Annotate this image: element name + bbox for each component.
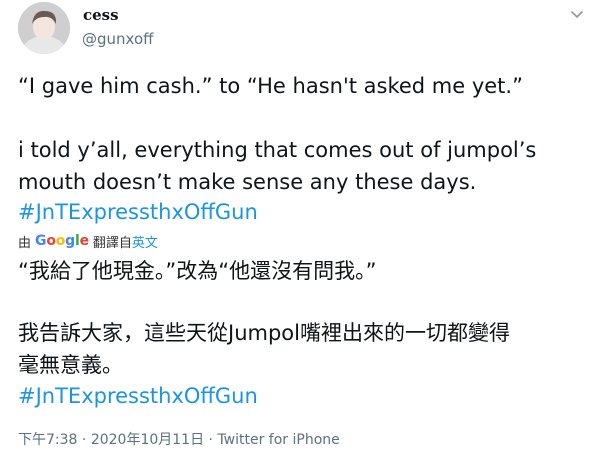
chevron-down-icon[interactable] bbox=[567, 8, 587, 22]
avatar-image bbox=[18, 2, 70, 54]
avatar[interactable] bbox=[18, 2, 70, 54]
google-logo: Google bbox=[35, 233, 89, 249]
translated-hashtag-link[interactable]: #JnTExpressthxOffGun bbox=[18, 381, 258, 412]
tweet-text-line: i told y’all, everything that comes out … bbox=[18, 138, 537, 162]
tweet-date[interactable]: 2020年10月11日 bbox=[91, 432, 204, 448]
translated-by-prefix: 由 bbox=[18, 235, 32, 251]
display-name[interactable]: cess bbox=[83, 6, 119, 24]
tweet-source[interactable]: Twitter for iPhone bbox=[217, 432, 339, 448]
translated-from-label: 翻譯自 bbox=[92, 235, 132, 251]
tweet: cess @gunxoff “I gave him cash.” to “He … bbox=[0, 0, 604, 465]
separator: · bbox=[208, 432, 213, 448]
tweet-text-line: mouth doesn’t make sense any these days. bbox=[18, 170, 477, 194]
tweet-meta: 下午7:38 · 2020年10月11日 · Twitter for iPhon… bbox=[18, 429, 340, 449]
source-language-link[interactable]: 英文 bbox=[132, 232, 158, 251]
hashtag-link[interactable]: #JnTExpressthxOffGun bbox=[18, 197, 258, 228]
user-handle[interactable]: @gunxoff bbox=[82, 30, 153, 48]
tweet-time[interactable]: 下午7:38 bbox=[18, 432, 77, 448]
translated-text-line: 我告訴大家，這些天從Jumpol嘴裡出來的一切都變得 bbox=[18, 321, 510, 345]
translated-text-line: “我給了他現金。”改為“他還沒有問我。” bbox=[18, 259, 377, 283]
tweet-text-line: “I gave him cash.” to “He hasn't asked m… bbox=[18, 74, 523, 98]
translation-attribution: 由 Google 翻譯自 英文 bbox=[18, 232, 158, 251]
translated-text-line: 毫無意義。 bbox=[18, 353, 123, 377]
separator: · bbox=[81, 432, 87, 448]
